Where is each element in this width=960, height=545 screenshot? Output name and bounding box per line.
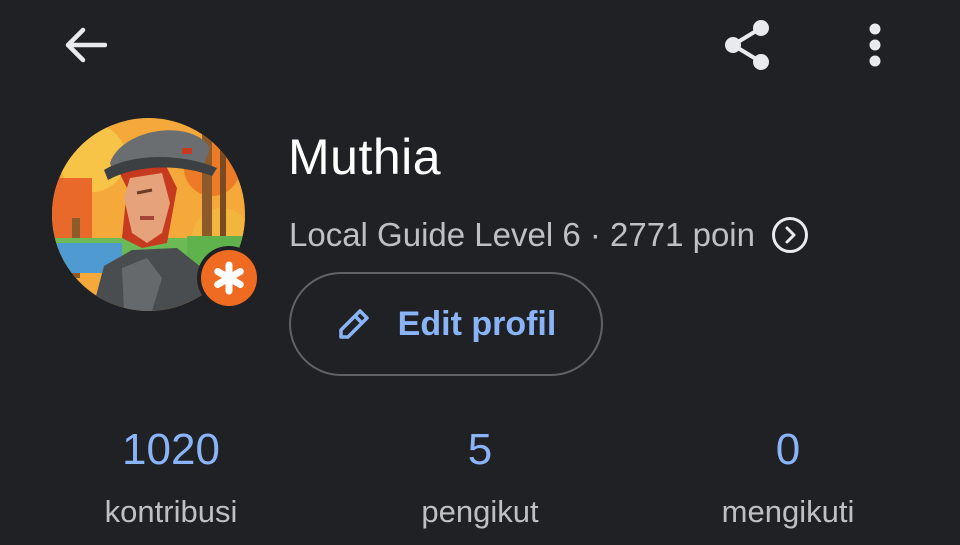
- local-guide-level-text: Local Guide Level 6 · 2771 poin: [289, 216, 755, 253]
- stat-value: 1020: [122, 425, 220, 474]
- arrow-back-icon: [65, 27, 107, 63]
- share-icon: [725, 20, 769, 70]
- local-guide-level-link[interactable]: Local Guide Level 6 · 2771 poin: [289, 212, 809, 258]
- local-guide-badge: [197, 246, 261, 310]
- profile-name: Muthia: [288, 129, 442, 185]
- profile-screen: Muthia Local Guide Level 6 · 2771 poin E…: [0, 0, 960, 545]
- stat-label: mengikuti: [721, 494, 855, 529]
- stat-followers[interactable]: 5 pengikut: [360, 420, 600, 532]
- chevron-right-circle-icon: [771, 216, 809, 254]
- stat-label: kontribusi: [104, 494, 238, 529]
- stat-following[interactable]: 0 mengikuti: [668, 420, 908, 532]
- edit-profile-button[interactable]: Edit profil: [289, 272, 603, 376]
- share-button[interactable]: [712, 12, 782, 78]
- back-button[interactable]: [52, 14, 118, 76]
- stat-value: 0: [775, 425, 801, 474]
- more-vert-icon: [869, 23, 881, 67]
- pencil-icon: [338, 309, 369, 339]
- local-guide-star-icon: [214, 261, 244, 295]
- stat-label: pengikut: [421, 494, 539, 529]
- stat-value: 5: [467, 425, 493, 474]
- more-options-button[interactable]: [850, 14, 900, 76]
- edit-profile-label: Edit profil: [397, 304, 557, 343]
- stat-contributions[interactable]: 1020 kontribusi: [51, 420, 291, 532]
- local-guide-badge-circle: [201, 250, 257, 306]
